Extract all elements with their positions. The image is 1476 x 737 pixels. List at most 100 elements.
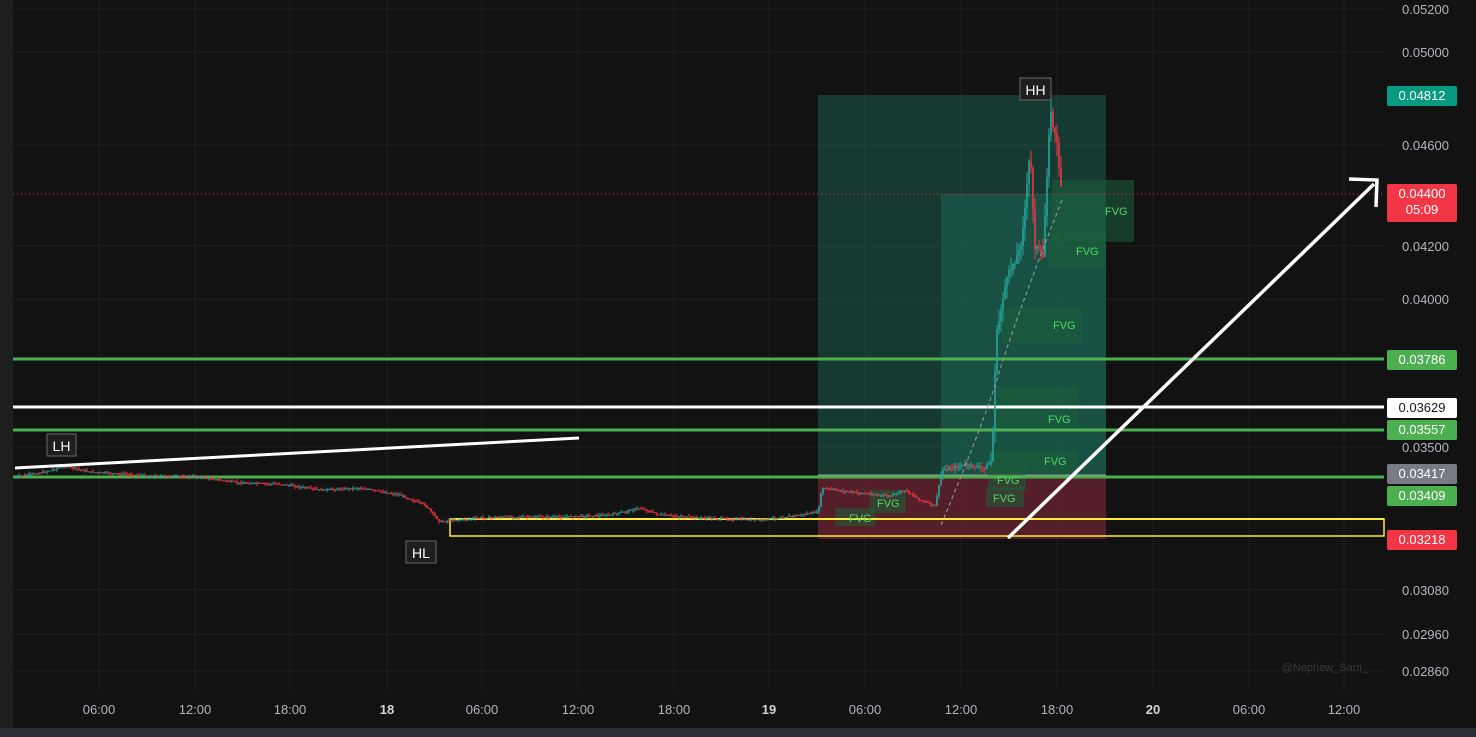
candle-body xyxy=(828,488,830,490)
plot-pane[interactable] xyxy=(0,0,1384,728)
candle-body xyxy=(522,516,524,518)
candle-body xyxy=(548,516,550,518)
candle-body xyxy=(174,475,176,477)
candle-body xyxy=(752,519,754,521)
candle-body xyxy=(436,516,438,520)
candle-body xyxy=(350,488,352,490)
candle-body xyxy=(810,512,812,514)
candle-body xyxy=(750,519,752,521)
candle-body xyxy=(146,476,148,478)
candle-body xyxy=(526,516,528,518)
time-tick: 06:00 xyxy=(849,702,882,717)
candle-body xyxy=(1002,298,1004,310)
candle-body xyxy=(1030,160,1032,168)
candle-body xyxy=(820,493,822,507)
candle-body xyxy=(896,492,898,494)
candle-body xyxy=(44,471,46,473)
candle-body xyxy=(426,505,428,508)
candle-body xyxy=(826,488,828,490)
candle-body xyxy=(1000,309,1002,322)
candle-body xyxy=(1028,160,1030,185)
swing-label-hh[interactable]: HH xyxy=(1019,77,1052,101)
swing-label-lh[interactable]: LH xyxy=(46,433,77,457)
candle-body xyxy=(442,521,444,523)
candle-body xyxy=(276,483,278,485)
candle-body xyxy=(312,487,314,489)
candle-body xyxy=(96,472,98,474)
candle-body xyxy=(356,488,358,490)
candle-body xyxy=(290,484,292,486)
price-tick: 0.03080 xyxy=(1402,583,1449,598)
candle-body xyxy=(730,519,732,521)
hl-text: HL xyxy=(412,545,430,561)
candle-body xyxy=(248,483,250,485)
candle-body xyxy=(22,475,24,477)
candle-body xyxy=(454,520,456,522)
candle-body xyxy=(268,483,270,485)
candle-body xyxy=(150,475,152,477)
candle-body xyxy=(212,479,214,481)
candle-body xyxy=(482,517,484,519)
candle-body xyxy=(758,519,760,521)
candle-body xyxy=(192,476,194,478)
candle-body xyxy=(1044,215,1046,258)
time-tick: 12:00 xyxy=(179,702,212,717)
candle-body xyxy=(560,516,562,518)
candle-body xyxy=(510,516,512,518)
candle-body xyxy=(764,518,766,520)
candle-body xyxy=(680,516,682,518)
candle-body xyxy=(1058,142,1060,168)
candle-body xyxy=(770,518,772,520)
candle-body xyxy=(872,494,874,496)
candle-body xyxy=(16,476,18,478)
candle-body xyxy=(524,516,526,518)
candle-body xyxy=(132,475,134,477)
candle-body xyxy=(1048,135,1050,178)
candle-body xyxy=(858,492,860,494)
candle-body xyxy=(246,482,248,484)
candle-body xyxy=(946,469,948,471)
candle-body xyxy=(258,482,260,484)
candle-body xyxy=(968,464,970,466)
candle-body xyxy=(200,476,202,478)
candle-body xyxy=(818,506,820,512)
candle-body xyxy=(908,490,910,494)
candle-body xyxy=(796,515,798,517)
candle-body xyxy=(978,465,980,467)
candle-body xyxy=(622,511,624,513)
candle-body xyxy=(18,475,20,477)
candle-body xyxy=(592,516,594,518)
candle-body xyxy=(864,493,866,495)
time-tick: 06:00 xyxy=(1233,702,1266,717)
candle-body xyxy=(956,466,958,468)
candle-body xyxy=(106,472,108,474)
candle-body xyxy=(34,473,36,475)
candle-body xyxy=(556,516,558,518)
candle-body xyxy=(406,497,408,499)
candle-body xyxy=(586,515,588,517)
chart-area[interactable]: FVG FVG FVG FVG FVG FVG FVG FVG FVG LH H… xyxy=(0,0,1476,737)
candle-body xyxy=(168,476,170,478)
candle-body xyxy=(906,490,908,492)
swing-label-hl[interactable]: HL xyxy=(405,540,437,564)
candle-body xyxy=(76,467,78,469)
candle-body xyxy=(620,512,622,514)
candle-body xyxy=(834,489,836,491)
price-chart[interactable]: FVG FVG FVG FVG FVG FVG FVG FVG FVG LH H… xyxy=(0,0,1476,737)
hh-text: HH xyxy=(1025,82,1045,98)
candle-body xyxy=(742,518,744,520)
candle-body xyxy=(1038,246,1040,249)
candle-body xyxy=(110,473,112,475)
time-tick-day: 18 xyxy=(380,702,394,717)
candle-body xyxy=(558,516,560,518)
candle-body xyxy=(26,474,28,476)
candle-body xyxy=(344,488,346,490)
candle-body xyxy=(994,372,996,430)
candle-body xyxy=(310,487,312,489)
candle-body xyxy=(252,482,254,484)
candle-body xyxy=(568,516,570,518)
candle-body xyxy=(756,519,758,521)
candle-body xyxy=(410,499,412,501)
candle-body xyxy=(722,517,724,519)
candle-body xyxy=(874,494,876,496)
